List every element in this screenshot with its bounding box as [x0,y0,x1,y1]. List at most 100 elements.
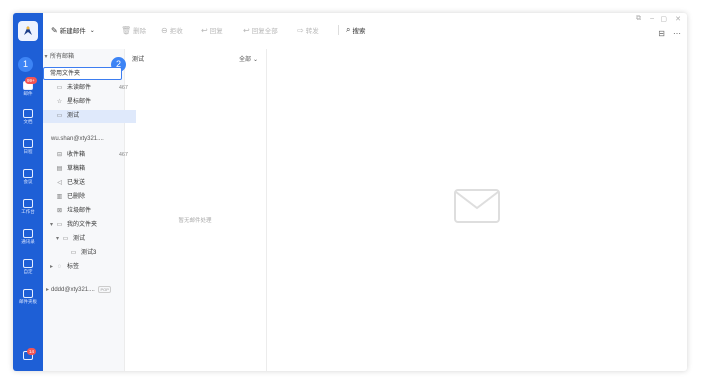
reply-all-label: 回复全部 [251,28,278,35]
compose-button[interactable]: ✎ 新建邮件 ⌄ [51,25,95,36]
rail-label-workbench: 工作台 [21,209,35,214]
unread-label: 未读邮件 [67,85,92,91]
folder-deleted[interactable]: ▥ 已删除 [43,191,136,204]
compose-label: 新建邮件 [59,28,86,35]
folder-my-folders[interactable]: ▾ ▭ 我的文件夹 [43,219,130,232]
search-button[interactable]: ⌕ 搜索 [346,25,365,35]
reading-pane [267,49,687,371]
recall-button[interactable]: ⊖ 拒收 [161,25,183,36]
rail-item-custom[interactable]: 自定 [13,259,43,275]
delete-label: 删除 [133,28,147,35]
filter-dropdown[interactable]: 全部 ⌄ [239,54,258,63]
callout-one: 1 [18,57,33,72]
account-one[interactable]: wu.shan@xty321.... [43,133,132,146]
reply-all-icon: ↩ [243,25,250,35]
folder-tags[interactable]: ▸ ◌ 标签 [43,261,130,274]
more-icon[interactable]: ⋯ [673,29,681,38]
rail-label-tools: 邮件夹板 [19,299,37,304]
app-rail: 1 邮件 99+ 文档 日程 会议 工作台 通讯录 自定 邮件夹板 14 [13,13,43,371]
contacts-icon [23,229,33,238]
forward-button[interactable]: ⇨ 转发 [297,25,319,36]
chevron-down-icon: ▾ [55,236,59,242]
rail-item-contacts[interactable]: 通讯录 [13,229,43,245]
pin-icon[interactable]: ⧉ [636,15,641,23]
inbox-label: 收件箱 [67,152,86,158]
chevron-right-icon: ▸ [45,287,49,293]
calendar-icon [23,139,33,148]
rail-label-contacts: 通讯录 [21,239,35,244]
forward-icon: ⇨ [297,25,304,35]
doc-icon [23,109,33,118]
spam-icon: ⊠ [56,208,63,214]
envelope-icon [454,189,500,223]
folder-icon: ▭ [56,113,63,119]
empty-list-text: 暂无邮件处理 [178,218,212,224]
rail-label-docs: 文档 [23,119,33,124]
compose-icon: ✎ [51,25,58,35]
inbox-icon: ⊟ [56,152,63,158]
folder-drafts[interactable]: ▤ 草稿箱 [43,163,136,176]
tags-label: 标签 [67,264,80,270]
close-icon[interactable]: ✕ [675,15,681,23]
test-label: 测试 [67,113,80,119]
chevron-right-icon: ▸ [49,264,53,270]
folder-unread[interactable]: ▭ 未读邮件 467 [43,82,136,95]
folder-sent[interactable]: ◁ 已发送 [43,177,136,190]
folder-open-icon: ▭ [56,222,63,228]
rail-item-meeting[interactable]: 会议 [13,169,43,185]
reply-all-button[interactable]: ↩ 回复全部 [243,25,278,36]
trash-icon: 🗑︎ [121,25,132,35]
chevron-down-icon: ⌄ [89,27,95,34]
delete-button[interactable]: 🗑︎ 删除 [121,25,147,36]
drafts-label: 草稿箱 [67,166,86,172]
starred-label: 星标邮件 [67,99,92,105]
account-one-label: wu.shan@xty321.... [51,136,104,142]
rail-label-meeting: 会议 [23,179,33,184]
reply-label: 回复 [209,28,223,35]
draft-icon: ▤ [56,166,63,172]
send-icon: ◁ [57,180,62,186]
account-two[interactable]: ▸ dddd@xty321.... POP [43,283,126,296]
tag-icon: ◌ [57,264,62,270]
rail-item-docs[interactable]: 文档 [13,109,43,125]
sent-label: 已发送 [67,180,86,186]
spam-label: 垃圾邮件 [67,208,92,214]
folder-icon: ▭ [62,236,69,242]
rail-item-calendar[interactable]: 日程 [13,139,43,155]
chevron-down-icon: ▾ [49,222,53,228]
bottom-app-badge: 14 [27,348,37,355]
tool-icon [23,289,33,298]
folder-test[interactable]: ▭ 测试 [43,110,136,123]
meeting-icon [23,169,33,178]
reply-button[interactable]: ↩ 回复 [201,25,223,36]
minimize-icon[interactable]: – [650,15,654,22]
filter-label: 全部 [238,57,251,63]
star-icon: ☆ [56,99,63,105]
chevron-down-icon: ⌄ [252,57,258,63]
folder-sub-test[interactable]: ▾ ▭ 测试 [43,233,136,246]
deleted-label: 已删除 [67,194,86,200]
rail-item-workbench[interactable]: 工作台 [13,199,43,215]
account-two-label: dddd@xty321.... [51,287,95,293]
custom-icon [23,259,33,268]
trash-icon: ▥ [56,194,63,200]
folder-inbox[interactable]: ⊟ 收件箱 467 [43,149,136,162]
search-label: 搜索 [352,28,366,35]
pop-badge: POP [98,286,111,293]
layout-icon[interactable]: ⊟ [658,29,665,38]
folder-spam[interactable]: ⊠ 垃圾邮件 [43,205,136,218]
search-icon: ⌕ [346,25,351,34]
mail-window: 1 邮件 99+ 文档 日程 会议 工作台 通讯录 自定 邮件夹板 14 ✎ 新… [13,13,687,371]
recall-label: 拒收 [169,28,183,35]
grid-icon [23,199,33,208]
reply-icon: ↩ [201,25,208,35]
message-list: 测试 全部 ⌄ 暂无邮件处理 [124,49,267,371]
folder-common[interactable]: 常用文件夹 [43,67,122,80]
maximize-icon[interactable]: ▢ [660,15,667,23]
mail-icon: ▭ [56,85,63,91]
mail-unread-badge: 99+ [25,77,37,84]
my-folders-label: 我的文件夹 [67,222,98,228]
rail-item-tools[interactable]: 邮件夹板 [13,289,43,305]
folder-starred[interactable]: ☆ 星标邮件 [43,96,136,109]
toolbar-divider [338,25,339,35]
